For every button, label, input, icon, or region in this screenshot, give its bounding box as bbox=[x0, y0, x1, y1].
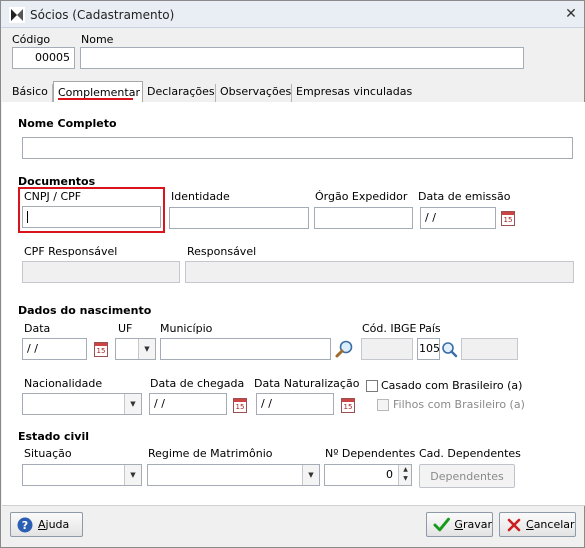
data-chegada-label: Data de chegada bbox=[150, 377, 245, 390]
nacionalidade-label: Nacionalidade bbox=[24, 377, 103, 390]
cancelar-button[interactable]: Cancelar bbox=[499, 512, 576, 537]
nome-completo-field[interactable] bbox=[22, 137, 573, 159]
tab-observacoes[interactable]: Observações bbox=[216, 84, 292, 102]
svg-text:?: ? bbox=[22, 519, 28, 532]
nome-field[interactable] bbox=[80, 47, 524, 69]
close-icon[interactable]: ✕ bbox=[563, 6, 579, 22]
calendar-icon[interactable]: 15 bbox=[341, 398, 355, 413]
calendar-icon[interactable]: 15 bbox=[501, 211, 515, 226]
nome-label: Nome bbox=[81, 33, 114, 46]
search-icon[interactable] bbox=[440, 340, 458, 358]
data-chegada-input[interactable]: / / bbox=[149, 393, 227, 415]
casado-brasileiro-checkbox[interactable] bbox=[366, 380, 378, 392]
nascimento-section-title: Dados do nascimento bbox=[18, 304, 152, 317]
app-icon bbox=[9, 7, 25, 23]
identidade-input[interactable] bbox=[169, 207, 309, 229]
tab-basico[interactable]: Básico bbox=[8, 84, 53, 102]
n-dependentes-input[interactable]: 0 ▲ ▼ bbox=[324, 464, 412, 486]
search-icon[interactable] bbox=[335, 339, 355, 359]
orgao-expedidor-label: Órgão Expedidor bbox=[315, 190, 408, 203]
estado-civil-section-title: Estado civil bbox=[18, 430, 90, 443]
uf-select[interactable]: ▼ bbox=[115, 338, 156, 360]
data-nascimento-label: Data bbox=[24, 322, 51, 335]
active-tab-underline bbox=[58, 98, 133, 100]
tab-empresas-vinculadas[interactable]: Empresas vinculadas bbox=[292, 84, 412, 102]
codigo-field[interactable]: 00005 bbox=[12, 47, 75, 69]
data-naturalizacao-input[interactable]: / / bbox=[256, 393, 334, 415]
cancel-x-icon bbox=[507, 518, 521, 531]
filhos-brasileiro-label: Filhos com Brasileiro (a) bbox=[393, 398, 525, 411]
responsavel-label: Responsável bbox=[187, 245, 257, 258]
cod-ibge-input[interactable] bbox=[361, 338, 413, 360]
cod-ibge-label: Cód. IBGE bbox=[362, 322, 417, 335]
chevron-down-icon[interactable]: ▼ bbox=[138, 339, 155, 359]
spin-updown-icon[interactable]: ▲ ▼ bbox=[398, 465, 411, 485]
municipio-input[interactable] bbox=[160, 338, 331, 360]
chevron-down-icon[interactable]: ▼ bbox=[124, 465, 141, 485]
data-emissao-label: Data de emissão bbox=[418, 190, 511, 203]
filhos-brasileiro-checkbox[interactable] bbox=[377, 399, 389, 411]
chevron-down-icon[interactable]: ▼ bbox=[124, 394, 141, 414]
nome-completo-label: Nome Completo bbox=[18, 117, 117, 130]
help-icon: ? bbox=[17, 517, 33, 532]
n-dependentes-label: Nº Dependentes bbox=[325, 447, 416, 460]
data-naturalizacao-label: Data Naturalização bbox=[254, 377, 360, 390]
window-title: Sócios (Cadastramento) bbox=[30, 8, 175, 22]
dependentes-button[interactable]: Dependentes bbox=[419, 464, 515, 488]
identidade-label: Identidade bbox=[171, 190, 230, 203]
pais-label: País bbox=[419, 322, 441, 335]
tab-declaracoes[interactable]: Declarações bbox=[143, 84, 216, 102]
regime-matrimonio-select[interactable]: ▼ bbox=[147, 464, 320, 486]
situacao-select[interactable]: ▼ bbox=[22, 464, 142, 486]
responsavel-input[interactable] bbox=[185, 261, 574, 283]
calendar-icon[interactable]: 15 bbox=[94, 342, 108, 357]
cpf-responsavel-input[interactable] bbox=[22, 261, 180, 283]
orgao-expedidor-input[interactable] bbox=[314, 207, 413, 229]
chevron-down-icon[interactable]: ▼ bbox=[302, 465, 319, 485]
municipio-label: Município bbox=[160, 322, 213, 335]
cpf-responsavel-label: CPF Responsável bbox=[24, 245, 118, 258]
cnpj-cpf-label: CNPJ / CPF bbox=[24, 190, 82, 203]
ajuda-button[interactable]: ? Ajuda bbox=[10, 512, 83, 537]
gravar-button[interactable]: Gravar bbox=[426, 512, 493, 537]
checkmark-icon bbox=[433, 517, 450, 531]
data-emissao-input[interactable]: / / bbox=[420, 207, 496, 229]
cadastro-window: Sócios (Cadastramento) ✕ Código 00005 No… bbox=[0, 0, 585, 548]
situacao-label: Situação bbox=[24, 447, 72, 460]
cad-dependentes-label: Cad. Dependentes bbox=[419, 447, 521, 460]
casado-brasileiro-label: Casado com Brasileiro (a) bbox=[381, 379, 523, 392]
data-nascimento-input[interactable]: / / bbox=[22, 338, 87, 360]
pais-code-input[interactable]: 105 bbox=[417, 338, 440, 360]
calendar-icon[interactable]: 15 bbox=[233, 398, 247, 413]
pais-name-input[interactable] bbox=[461, 338, 518, 360]
uf-label: UF bbox=[118, 322, 133, 335]
regime-matrimonio-label: Regime de Matrimônio bbox=[148, 447, 273, 460]
nacionalidade-select[interactable]: ▼ bbox=[22, 393, 142, 415]
cnpj-cpf-input[interactable] bbox=[22, 206, 161, 228]
title-bar: Sócios (Cadastramento) ✕ bbox=[1, 1, 584, 28]
codigo-label: Código bbox=[12, 33, 51, 46]
